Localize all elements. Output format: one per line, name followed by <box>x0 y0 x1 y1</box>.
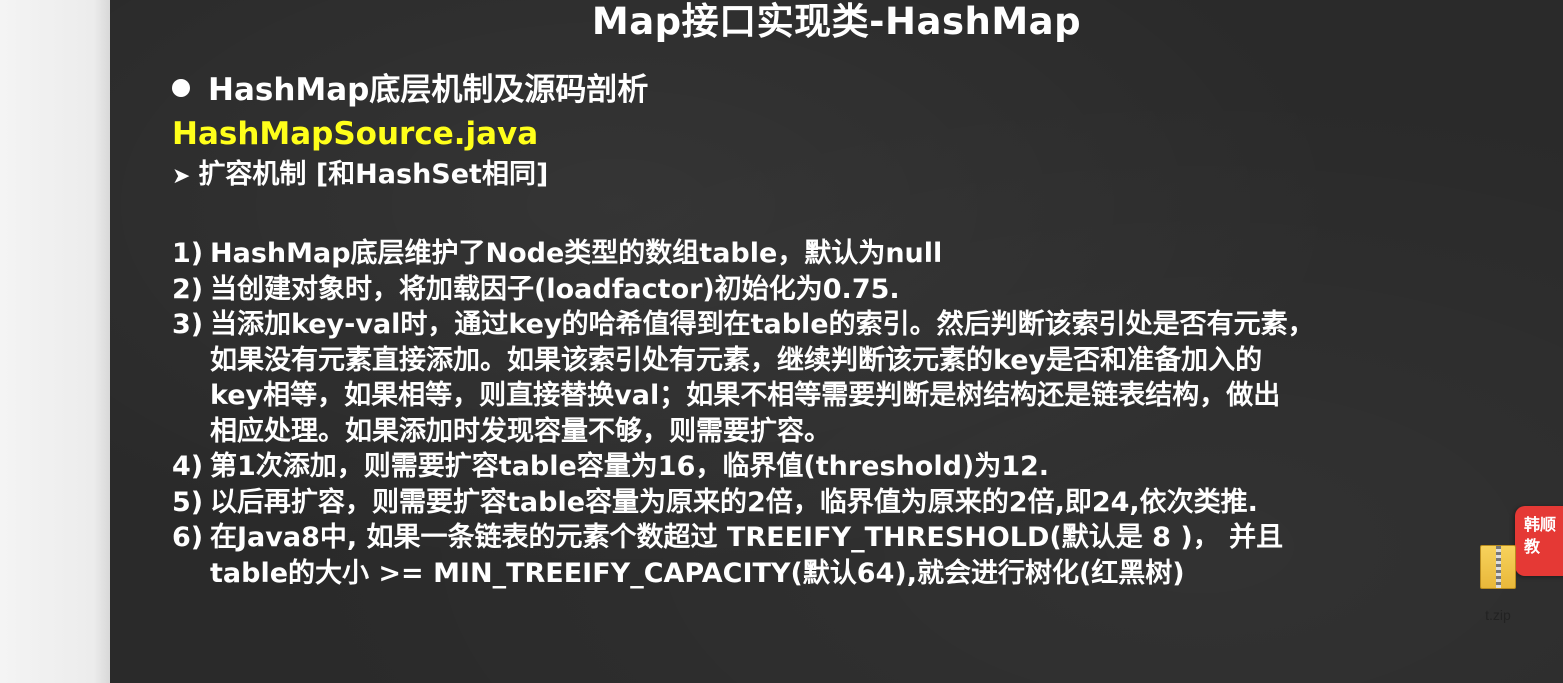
arrow-bullet-icon: ➤ <box>172 164 191 189</box>
item-line: 相应处理。如果添加时发现容量不够，则需要扩容。 <box>210 415 831 447</box>
points-list: 1) HashMap底层维护了Node类型的数组table，默认为null 2)… <box>172 236 1542 591</box>
item-line: 第1次添加，则需要扩容table容量为16，临界值(threshold)为12. <box>210 451 1050 482</box>
list-item: 3) 当添加key-val时，通过key的哈希值得到在table的索引。然后判断… <box>172 307 1542 449</box>
item-number: 5) <box>172 486 204 518</box>
list-item: 5) 以后再扩容，则需要扩容table容量为原来的2倍，临界值为原来的2倍,即2… <box>172 485 1542 521</box>
item-line: 当创建对象时，将加载因子(loadfactor)初始化为0.75. <box>210 273 900 305</box>
zip-archive-icon <box>1480 545 1516 589</box>
file-label: t.zip <box>1485 607 1511 623</box>
item-text: 以后再扩容，则需要扩容table容量为原来的2倍，临界值为原来的2倍,即24,依… <box>210 485 1542 521</box>
desktop-file-zip[interactable]: t.zip <box>1466 545 1530 635</box>
list-item: 6) 在Java8中, 如果一条链表的元素个数超过 TREEIFY_THRESH… <box>172 520 1542 591</box>
item-number: 4) <box>172 451 204 482</box>
section-heading: HashMap底层机制及源码剖析 <box>172 70 648 110</box>
slide-title: Map接口实现类-HashMap <box>591 0 1082 43</box>
item-line: table的大小 >= MIN_TREEIFY_CAPACITY(默认64),就… <box>210 557 1185 589</box>
side-badge-line1: 韩顺 <box>1524 515 1557 534</box>
zipper-strip <box>1496 546 1501 588</box>
item-line: 如果没有元素直接添加。如果该索引处有元素，继续判断该元素的key是否和准备加入的 <box>210 344 1263 376</box>
list-item: 1) HashMap底层维护了Node类型的数组table，默认为null <box>172 236 1542 272</box>
item-text: 当添加key-val时，通过key的哈希值得到在table的索引。然后判断该索引… <box>210 307 1542 449</box>
item-number: 2) <box>172 273 204 305</box>
list-item: 4) 第1次添加，则需要扩容table容量为16，临界值(threshold)为… <box>172 449 1542 485</box>
item-line: 在Java8中, 如果一条链表的元素个数超过 TREEIFY_THRESHOLD… <box>210 522 1284 553</box>
item-line: 当添加key-val时，通过key的哈希值得到在table的索引。然后判断该索引… <box>210 309 1315 340</box>
item-number: 1) <box>172 238 204 269</box>
subheading: ➤ 扩容机制 [和HashSet相同] <box>172 156 548 196</box>
bullet-dot-icon <box>172 79 190 97</box>
subheading-text: 扩容机制 [和HashSet相同] <box>198 159 549 190</box>
left-window-margin <box>0 0 110 683</box>
presentation-slide: Map接口实现类-HashMap HashMap底层机制及源码剖析 HashMa… <box>110 0 1563 683</box>
source-filename: HashMapSource.java <box>172 116 539 152</box>
item-text: 当创建对象时，将加载因子(loadfactor)初始化为0.75. <box>210 272 1542 308</box>
section-heading-text: HashMap底层机制及源码剖析 <box>208 72 649 108</box>
item-line: HashMap底层维护了Node类型的数组table，默认为null <box>210 238 943 269</box>
item-number: 6) <box>172 522 204 553</box>
item-line: 以后再扩容，则需要扩容table容量为原来的2倍，临界值为原来的2倍,即24,依… <box>210 486 1258 518</box>
item-text: 在Java8中, 如果一条链表的元素个数超过 TREEIFY_THRESHOLD… <box>210 520 1542 591</box>
item-number: 3) <box>172 309 204 340</box>
list-item: 2) 当创建对象时，将加载因子(loadfactor)初始化为0.75. <box>172 272 1542 308</box>
item-text: 第1次添加，则需要扩容table容量为16，临界值(threshold)为12. <box>210 449 1542 485</box>
item-line: key相等，如果相等，则直接替换val；如果不相等需要判断是树结构还是链表结构，… <box>210 380 1281 411</box>
item-text: HashMap底层维护了Node类型的数组table，默认为null <box>210 236 1542 272</box>
